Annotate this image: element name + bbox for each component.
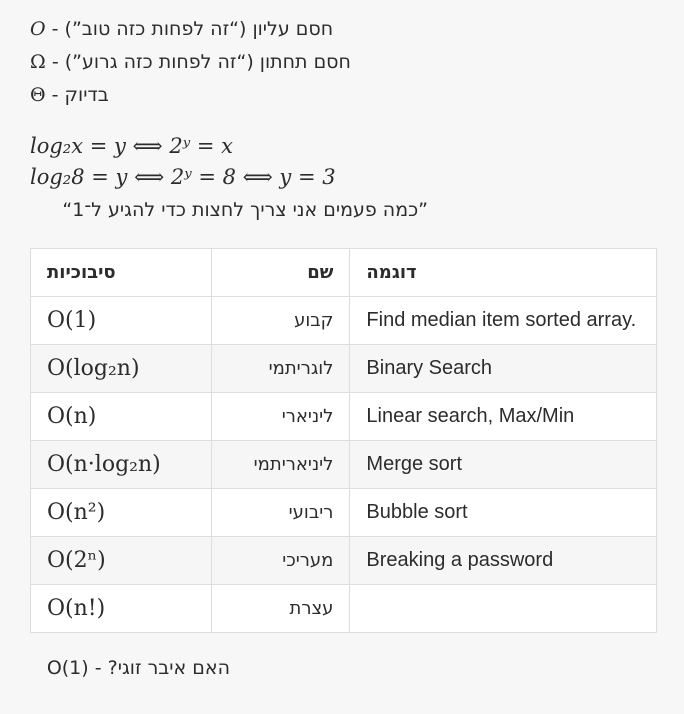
log-quote: ”כמה פעמים אני צריך לחצות כדי להגיע ל־1“ bbox=[62, 199, 428, 221]
table-header-row: סיבוכיות שם דוגמה bbox=[29, 248, 657, 297]
table-row: O(n) ליניארי Linear search, Max/Min bbox=[29, 392, 657, 441]
cell-complexity: O(n!) bbox=[29, 584, 213, 633]
notation-text: חסם עליון (“זה לפחות כזה טוב”) bbox=[64, 18, 334, 40]
cell-example: Breaking a password bbox=[349, 536, 657, 585]
cell-complexity: O(1) bbox=[29, 296, 213, 345]
notation-theta: Θ - בדיוק bbox=[30, 84, 109, 106]
cell-complexity: O(2ⁿ) bbox=[29, 536, 213, 585]
cell-name: מעריכי bbox=[211, 536, 351, 585]
header-name: שם bbox=[211, 248, 351, 297]
cell-name: קבוע bbox=[211, 296, 351, 345]
notation-omega: Ω - חסם תחתון (“זה לפחות כזה גרוע”) bbox=[30, 51, 351, 73]
cell-example bbox=[349, 584, 657, 633]
notation-text: בדיוק bbox=[64, 84, 109, 106]
cell-complexity: O(n²) bbox=[29, 488, 213, 537]
page: O - חסם עליון (“זה לפחות כזה טוב”) Ω - ח… bbox=[0, 0, 684, 714]
cell-name: ליניארי bbox=[211, 392, 351, 441]
cell-name: ריבועי bbox=[211, 488, 351, 537]
table-row: O(log₂n) לוגריתמי Binary Search bbox=[29, 344, 657, 393]
table-row: O(n·log₂n) ליניאריתמי Merge sort bbox=[29, 440, 657, 489]
table-row: O(2ⁿ) מעריכי Breaking a password bbox=[29, 536, 657, 585]
notation-symbol: Θ bbox=[30, 84, 46, 106]
cell-example: Linear search, Max/Min bbox=[349, 392, 657, 441]
footer-note: האם איבר זוגי? - O(1) bbox=[46, 657, 230, 679]
cell-example: Binary Search bbox=[349, 344, 657, 393]
complexity-table: סיבוכיות שם דוגמה O(1) קבוע Find median … bbox=[29, 248, 657, 633]
header-complexity: סיבוכיות bbox=[29, 248, 213, 297]
log-definition: log₂x = y ⟺ 2ʸ = x bbox=[30, 134, 233, 158]
log-example: log₂8 = y ⟺ 2ʸ = 8 ⟺ y = 3 bbox=[30, 165, 336, 189]
notation-text: חסם תחתון (“זה לפחות כזה גרוע”) bbox=[64, 51, 351, 73]
cell-example: Find median item sorted array. bbox=[349, 296, 657, 345]
table-row: O(n!) עצרת bbox=[29, 584, 657, 633]
notation-symbol: O bbox=[30, 18, 46, 40]
notation-big-o: O - חסם עליון (“זה לפחות כזה טוב”) bbox=[30, 18, 334, 40]
header-example: דוגמה bbox=[349, 248, 657, 297]
notation-symbol: Ω bbox=[30, 51, 46, 73]
cell-name: עצרת bbox=[211, 584, 351, 633]
cell-example: Bubble sort bbox=[349, 488, 657, 537]
cell-complexity: O(log₂n) bbox=[29, 344, 213, 393]
cell-example: Merge sort bbox=[349, 440, 657, 489]
cell-complexity: O(n·log₂n) bbox=[29, 440, 213, 489]
cell-name: ליניאריתמי bbox=[211, 440, 351, 489]
table-row: O(1) קבוע Find median item sorted array. bbox=[29, 296, 657, 345]
cell-complexity: O(n) bbox=[29, 392, 213, 441]
table-row: O(n²) ריבועי Bubble sort bbox=[29, 488, 657, 537]
cell-name: לוגריתמי bbox=[211, 344, 351, 393]
